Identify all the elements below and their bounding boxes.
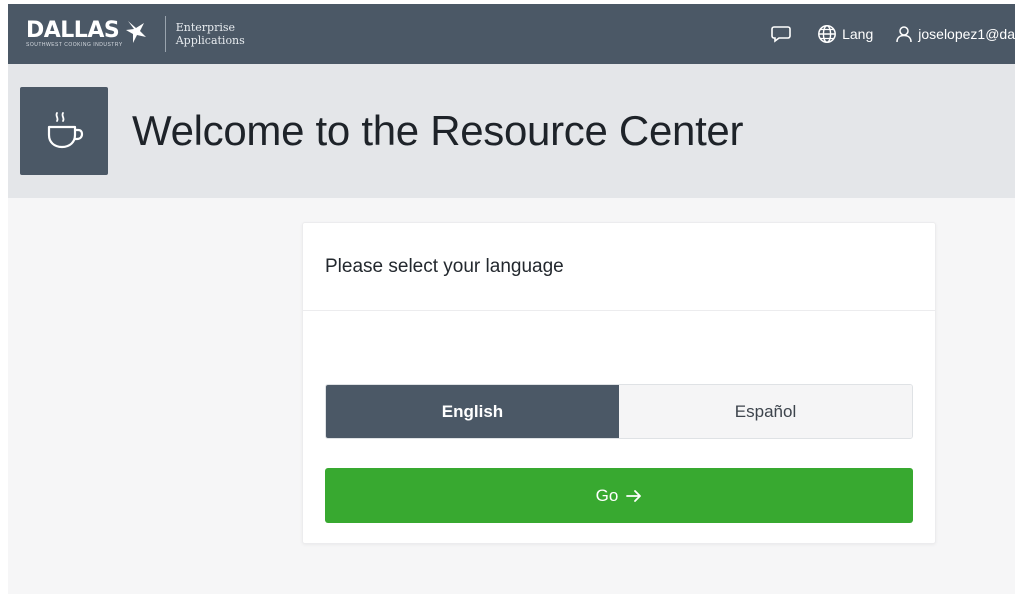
dallas-logo[interactable]: DALLAS Southwest Cooking Industry Enterp… (8, 4, 245, 64)
star-icon (125, 21, 146, 43)
logo-mark: DALLAS Southwest Cooking Industry (26, 17, 123, 49)
user-email: joselopez1@da (918, 26, 1015, 42)
chat-bubble-icon (771, 26, 791, 43)
arrow-right-icon (626, 489, 642, 503)
user-icon (896, 26, 913, 43)
app-subtitle: Enterprise Applications (176, 21, 245, 47)
user-menu[interactable]: joselopez1@da (895, 25, 1015, 43)
page-title: Welcome to the Resource Center (132, 107, 744, 154)
card-title: Please select your language (325, 255, 564, 277)
logo-divider (164, 16, 166, 52)
resource-center-badge (20, 87, 108, 175)
subtitle-line-2: Applications (175, 34, 245, 47)
main-content: Please select your language English Espa… (8, 198, 1015, 594)
language-option-espanol[interactable]: Español (619, 385, 912, 438)
language-option-english[interactable]: English (326, 385, 619, 438)
language-button[interactable]: Lang (817, 24, 873, 44)
go-button[interactable]: Go (325, 468, 913, 523)
topbar-actions: Lang joselopez1@da (771, 4, 1015, 64)
go-button-label: Go (595, 485, 619, 505)
subtitle-line-1: Enterprise (175, 21, 235, 34)
logo-tagline: Southwest Cooking Industry (26, 41, 123, 48)
coffee-cup-icon (47, 112, 84, 149)
top-nav-bar: DALLAS Southwest Cooking Industry Enterp… (8, 4, 1015, 64)
language-select-card: Please select your language English Espa… (302, 222, 936, 544)
globe-icon (818, 25, 837, 43)
page-header: Welcome to the Resource Center (8, 64, 1015, 198)
card-header: Please select your language (303, 223, 935, 311)
chat-button[interactable] (771, 25, 791, 43)
logo-wordmark: DALLAS (26, 17, 120, 43)
language-toggle: English Español (325, 384, 913, 439)
language-label: Lang (842, 26, 874, 42)
